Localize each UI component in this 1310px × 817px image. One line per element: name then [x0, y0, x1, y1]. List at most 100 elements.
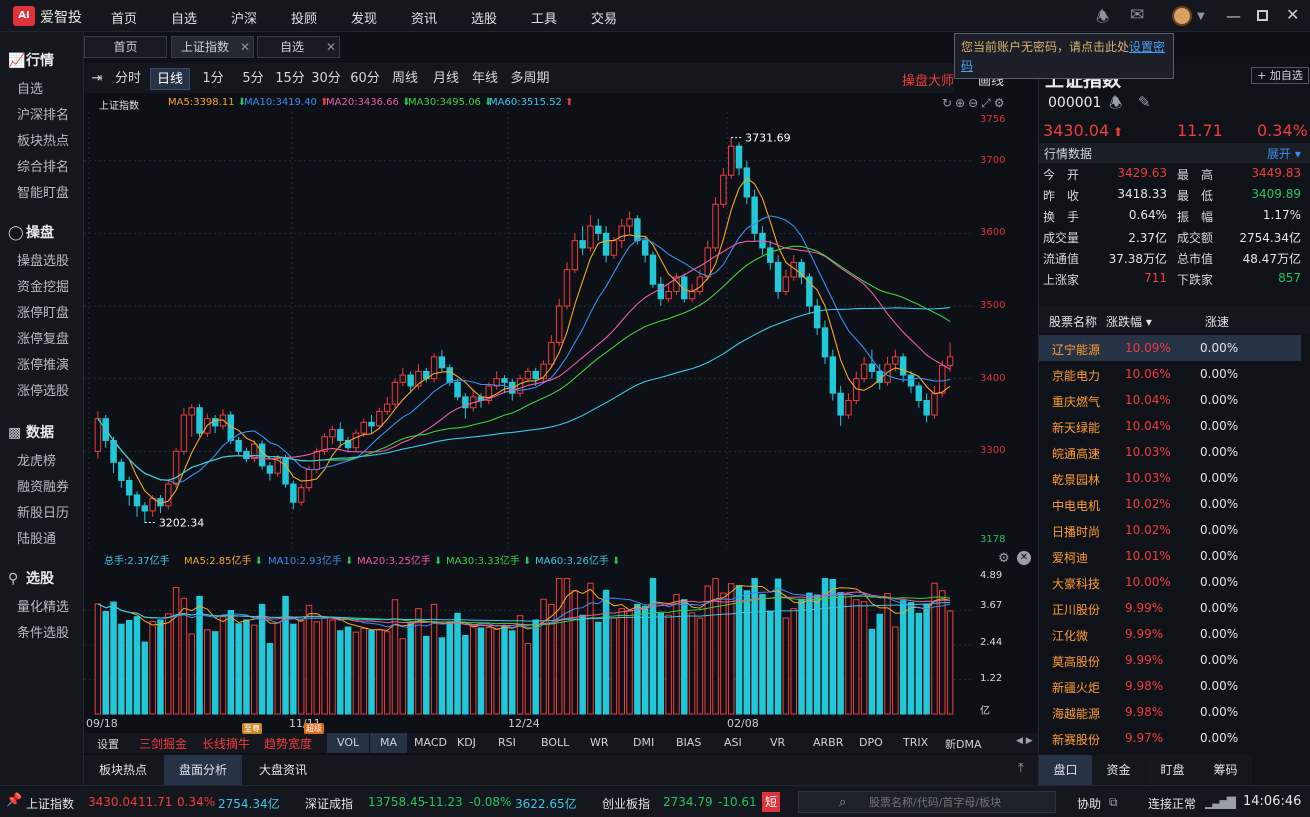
list-item[interactable]: 皖通高速 10.03% 0.00%: [1039, 439, 1301, 465]
bottom-tab[interactable]: 大盘资讯: [244, 755, 322, 785]
period-button[interactable]: 60分: [347, 68, 383, 90]
assist-button[interactable]: 协助: [1077, 795, 1101, 812]
indicator-tab[interactable]: 新DMA: [945, 736, 982, 752]
tab-watchlist[interactable]: 自选 ✕: [257, 36, 340, 58]
sidebar-item[interactable]: 操盘选股: [17, 250, 69, 269]
indicator-tab[interactable]: KDJ: [457, 736, 476, 749]
col-pct-sort[interactable]: 涨跌幅 ▾: [1106, 313, 1152, 330]
nav-item[interactable]: 工具: [531, 8, 557, 27]
sidebar-item[interactable]: 陆股通: [17, 528, 56, 547]
indicator-tab[interactable]: MA: [370, 733, 408, 753]
list-item[interactable]: 海越能源 9.98% 0.00%: [1039, 699, 1301, 725]
special-indicator[interactable]: 三剑掘金: [139, 735, 187, 752]
list-item[interactable]: 中电电机 10.02% 0.00%: [1039, 491, 1301, 517]
sidebar-section[interactable]: 📈行情: [8, 50, 54, 70]
period-button[interactable]: 5分: [236, 68, 270, 90]
tab-home[interactable]: 首页: [84, 36, 167, 58]
indicator-tab[interactable]: ARBR: [813, 736, 843, 749]
period-button[interactable]: 分时: [112, 68, 144, 90]
nav-item[interactable]: 交易: [591, 8, 617, 27]
close-icon[interactable]: ✕: [326, 37, 336, 57]
sidebar-section[interactable]: ⚲ 选股: [8, 568, 54, 588]
search-input[interactable]: [869, 794, 1049, 810]
sidebar-item[interactable]: 板块热点: [17, 130, 69, 149]
assist-icon[interactable]: ⧉: [1109, 795, 1118, 810]
pin-top-icon[interactable]: ⤒: [1018, 761, 1024, 776]
sidebar-section[interactable]: ▩ 数据: [8, 422, 54, 442]
indicator-tab[interactable]: DPO: [859, 736, 883, 749]
password-tooltip[interactable]: 您当前账户无密码，请点击此处设置密码: [954, 33, 1174, 79]
sidebar-item[interactable]: 龙虎榜: [17, 450, 56, 469]
panel-tab[interactable]: 盘口: [1039, 755, 1092, 785]
sidebar-item[interactable]: 沪深排名: [17, 104, 69, 123]
special-indicator[interactable]: 长线摘牛: [202, 735, 250, 752]
edit-icon[interactable]: ✎: [1138, 93, 1151, 111]
period-button[interactable]: 15分: [273, 68, 307, 90]
close-icon[interactable]: ✕: [240, 37, 250, 57]
panel-tab[interactable]: 资金: [1092, 755, 1145, 785]
indicator-tab[interactable]: BOLL: [541, 736, 569, 749]
list-item[interactable]: 大豪科技 10.00% 0.00%: [1039, 569, 1301, 595]
panel-tab[interactable]: 筹码: [1199, 755, 1252, 785]
bell-icon[interactable]: 🕭: [1096, 7, 1109, 32]
bell-icon[interactable]: 🕭: [1109, 93, 1122, 118]
sidebar-item[interactable]: 新股日历: [17, 502, 69, 521]
indicator-tab[interactable]: VR: [770, 736, 785, 749]
sidebar-item[interactable]: 涨停复盘: [17, 328, 69, 347]
close-icon[interactable]: ✕: [1017, 551, 1031, 565]
list-item[interactable]: 重庆燃气 10.04% 0.00%: [1039, 387, 1301, 413]
indicator-tab[interactable]: VOL: [327, 733, 370, 753]
list-item[interactable]: 日播时尚 10.02% 0.00%: [1039, 517, 1301, 543]
candlestick-chart[interactable]: 3731.69 3202.34: [84, 112, 974, 548]
sidebar-item[interactable]: 智能盯盘: [17, 182, 69, 201]
period-button[interactable]: 日线: [150, 68, 190, 90]
list-item[interactable]: 新疆火炬 9.98% 0.00%: [1039, 673, 1301, 699]
nav-item[interactable]: 自选: [171, 8, 197, 27]
indicator-tab[interactable]: RSI: [498, 736, 516, 749]
period-button[interactable]: 30分: [309, 68, 343, 90]
bottom-tab[interactable]: 盘面分析: [164, 755, 242, 785]
trading-master-button[interactable]: 操盘大师: [902, 70, 954, 89]
sidebar-item[interactable]: 资金挖掘: [17, 276, 69, 295]
sidebar-section[interactable]: ◯ 操盘: [8, 222, 54, 242]
sidebar-item[interactable]: 融资融券: [17, 476, 69, 495]
volume-chart[interactable]: [84, 570, 974, 716]
chevron-down-icon[interactable]: ▼: [1197, 11, 1205, 22]
sidebar-item[interactable]: 涨停推演: [17, 354, 69, 373]
nav-item[interactable]: 沪深: [231, 8, 257, 27]
list-item[interactable]: 江化微 9.99% 0.00%: [1039, 621, 1301, 647]
search-box[interactable]: ⌕: [798, 791, 1056, 813]
bottom-tab[interactable]: 板块热点: [84, 755, 162, 785]
indicator-tab[interactable]: WR: [590, 736, 609, 749]
chart-tools-icons[interactable]: ↻⊕⊖⤢⚙: [942, 96, 1008, 111]
indicator-settings[interactable]: 设置: [97, 736, 119, 752]
avatar[interactable]: [1172, 6, 1192, 26]
add-watch-button[interactable]: + 加自选: [1251, 67, 1309, 84]
period-button[interactable]: 1分: [194, 68, 232, 90]
nav-item[interactable]: 资讯: [411, 8, 437, 27]
sidebar-item[interactable]: 涨停选股: [17, 380, 69, 399]
minimize-icon[interactable]: —: [1226, 7, 1241, 25]
nav-item[interactable]: 发现: [351, 8, 377, 27]
period-button[interactable]: 多周期: [505, 68, 555, 90]
short-badge[interactable]: 短: [762, 792, 780, 812]
list-item[interactable]: 辽宁能源 10.09% 0.00%: [1039, 335, 1301, 361]
period-button[interactable]: 年线: [468, 68, 502, 90]
nav-item[interactable]: 选股: [471, 8, 497, 27]
panel-tab[interactable]: 盯盘: [1146, 755, 1199, 785]
list-item[interactable]: 莫高股份 9.99% 0.00%: [1039, 647, 1301, 673]
indicator-tab[interactable]: ASI: [724, 736, 742, 749]
tab-sh-index[interactable]: 上证指数 ✕: [171, 36, 254, 58]
indicator-tab[interactable]: MACD: [414, 736, 447, 749]
maximize-icon[interactable]: [1257, 10, 1268, 21]
mail-icon[interactable]: ✉: [1130, 5, 1144, 25]
gear-icon[interactable]: ⚙: [998, 551, 1010, 566]
special-indicator[interactable]: 趋势宽度: [264, 735, 312, 752]
list-item[interactable]: 新赛股份 9.97% 0.00%: [1039, 725, 1301, 751]
list-item[interactable]: 京能电力 10.06% 0.00%: [1039, 361, 1301, 387]
sidebar-item[interactable]: 条件选股: [17, 622, 69, 641]
sidebar-item[interactable]: 综合排名: [17, 156, 69, 175]
scroll-arrows-icon[interactable]: ◀ ▶: [1016, 736, 1033, 746]
period-button[interactable]: 月线: [427, 68, 465, 90]
list-item[interactable]: 新天绿能 10.04% 0.00%: [1039, 413, 1301, 439]
